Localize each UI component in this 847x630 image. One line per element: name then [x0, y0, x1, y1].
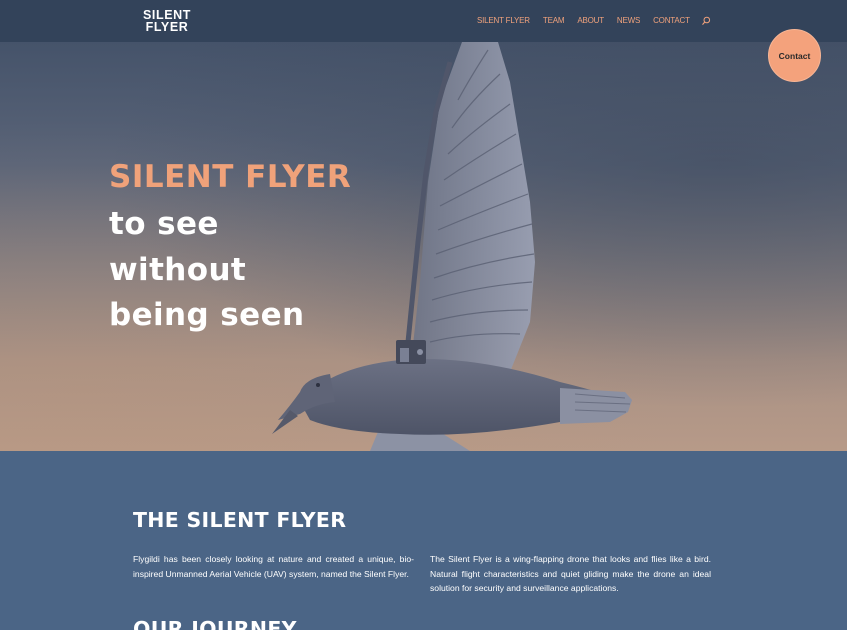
nav-item-news[interactable]: NEWS — [617, 16, 640, 25]
hero-title-line-3: being seen — [109, 297, 305, 333]
nav-item-contact[interactable]: CONTACT — [653, 16, 690, 25]
hero-headline: SILENT FLYER to see without being seen — [109, 159, 351, 339]
site-logo[interactable]: SILENT FLYER — [136, 9, 198, 34]
logo-line-2: FLYER — [145, 20, 189, 34]
nav-item-team[interactable]: TEAM — [543, 16, 565, 25]
site-header: SILENT FLYER SILENT FLYER TEAM ABOUT NEW… — [0, 0, 847, 42]
intro-paragraph-2: The Silent Flyer is a wing-flapping dron… — [430, 554, 711, 593]
nav-item-silent-flyer[interactable]: SILENT FLYER — [477, 16, 530, 25]
hero-title-accent: SILENT FLYER — [109, 159, 352, 195]
search-icon[interactable] — [701, 16, 711, 26]
hero-banner: SILENT FLYER to see without being seen — [0, 42, 847, 451]
nav-item-about[interactable]: ABOUT — [577, 16, 604, 25]
about-section: THE SILENT FLYER Flygildi has been close… — [0, 451, 847, 630]
hero-title-line-1: to see — [109, 206, 219, 242]
section-title: THE SILENT FLYER — [133, 508, 347, 532]
main-nav: SILENT FLYER TEAM ABOUT NEWS CONTACT — [477, 16, 703, 25]
intro-paragraph-1: Flygildi has been closely looking at nat… — [133, 554, 414, 579]
contact-button[interactable]: Contact — [768, 29, 821, 82]
journey-title: OUR JOURNEY — [133, 617, 297, 630]
hero-title-line-2: without — [109, 251, 247, 288]
